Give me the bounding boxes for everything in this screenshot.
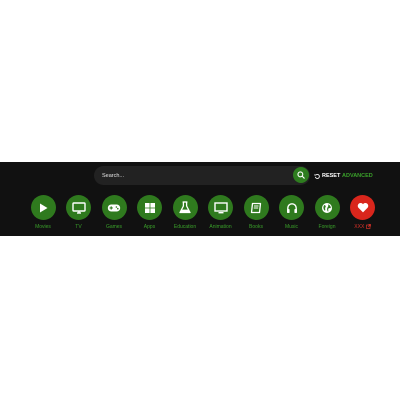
category-tv[interactable]: TV — [63, 195, 95, 235]
advanced-label: ADVANCED — [342, 173, 373, 179]
flask-icon — [179, 201, 191, 214]
category-label-xxx: XXX — [354, 224, 371, 230]
category-foreign[interactable]: Foreign — [311, 195, 343, 235]
category-label: Apps — [143, 224, 156, 230]
windows-icon — [144, 202, 156, 214]
undo-icon — [314, 173, 320, 179]
category-tv-button[interactable] — [66, 195, 91, 220]
category-music[interactable]: Music — [276, 195, 308, 235]
category-label: Animation — [209, 224, 232, 230]
search-field[interactable] — [94, 166, 310, 185]
category-education[interactable]: Education — [169, 195, 201, 235]
external-link-icon — [365, 224, 371, 229]
category-label: Games — [105, 224, 123, 230]
headphones-icon — [286, 202, 298, 214]
search-bar — [94, 166, 310, 185]
reset-button[interactable]: RESET — [314, 172, 340, 180]
search-icon — [297, 171, 305, 179]
category-education-button[interactable] — [172, 195, 198, 220]
category-movies[interactable]: Movies — [27, 195, 59, 235]
category-games[interactable]: Games — [98, 195, 130, 235]
category-movies-button[interactable] — [30, 195, 56, 220]
category-apps[interactable]: Apps — [134, 195, 166, 235]
advanced-search-link[interactable]: ADVANCED — [342, 172, 373, 180]
category-apps-button[interactable] — [137, 195, 162, 220]
category-label: Foreign — [318, 224, 336, 230]
category-books[interactable]: Books — [240, 195, 272, 235]
category-music-button[interactable] — [279, 195, 304, 220]
category-label: Music — [284, 224, 299, 230]
gamepad-icon — [107, 203, 121, 213]
category-label: Education — [173, 224, 197, 230]
reset-label: RESET — [322, 173, 341, 179]
category-label: XXX — [354, 224, 365, 230]
play-icon — [37, 202, 49, 214]
category-label: Movies — [35, 224, 51, 230]
search-button[interactable] — [293, 167, 309, 183]
monitor-icon — [71, 201, 86, 214]
category-bar: Movies TV Games Apps Education Animation… — [27, 195, 379, 235]
display-icon — [213, 201, 228, 214]
heart-icon — [357, 202, 369, 213]
category-label: TV — [75, 224, 82, 230]
book-icon — [250, 202, 262, 214]
category-foreign-button[interactable] — [314, 195, 340, 220]
category-xxx-button[interactable] — [350, 195, 375, 220]
search-input[interactable] — [102, 166, 282, 185]
category-xxx[interactable]: XXX — [347, 195, 379, 235]
category-animation-button[interactable] — [208, 195, 233, 220]
category-books-button[interactable] — [243, 195, 269, 220]
category-label: Books — [249, 224, 263, 230]
category-animation[interactable]: Animation — [205, 195, 237, 235]
category-games-button[interactable] — [101, 195, 127, 220]
globe-icon — [321, 202, 333, 214]
